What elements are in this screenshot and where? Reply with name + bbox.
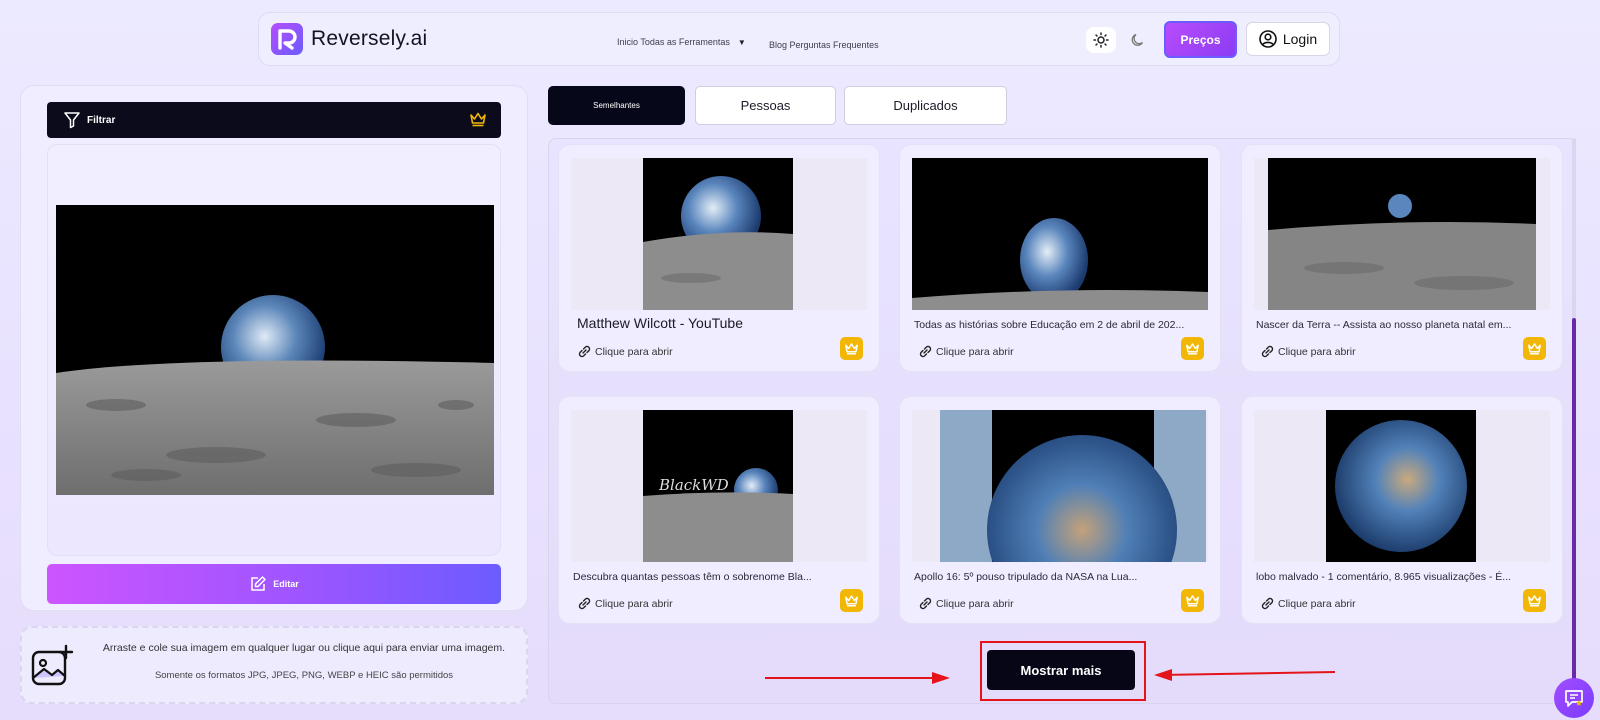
- open-link-label: Clique para abrir: [595, 345, 673, 358]
- upload-dropzone[interactable]: Arraste e cole sua imagem em qualquer lu…: [20, 626, 528, 704]
- show-more-button[interactable]: Mostrar mais: [987, 650, 1135, 690]
- open-link[interactable]: Clique para abrir: [577, 596, 673, 611]
- result-title[interactable]: Apollo 16: 5º pouso tripulado da NASA na…: [914, 571, 1198, 583]
- result-title[interactable]: Descubra quantas pessoas têm o sobrenome…: [573, 571, 857, 583]
- precos-button[interactable]: Preços: [1164, 21, 1237, 58]
- chat-support-button[interactable]: [1554, 678, 1594, 718]
- link-icon: [919, 345, 932, 358]
- allowed-formats: Somente os formatos JPG, JPEG, PNG, WEBP…: [154, 670, 454, 681]
- crown-icon: [1186, 343, 1199, 355]
- open-link-label: Clique para abrir: [1278, 345, 1356, 358]
- premium-badge: [1181, 337, 1204, 360]
- edit-button[interactable]: Editar: [47, 564, 501, 604]
- result-title[interactable]: lobo malvado - 1 comentário, 8.965 visua…: [1256, 571, 1540, 583]
- top-navbar: Reversely.ai Inicio Todas as Ferramentas…: [258, 12, 1340, 66]
- scrollbar-thumb[interactable]: [1572, 318, 1576, 702]
- link-icon: [919, 597, 932, 610]
- chat-icon: [1565, 690, 1583, 707]
- tab-pessoas[interactable]: Pessoas: [695, 86, 836, 125]
- open-link-label: Clique para abrir: [1278, 597, 1356, 610]
- login-button[interactable]: Login: [1246, 22, 1330, 56]
- search-panel: Filtrar Editar: [20, 85, 528, 611]
- sun-icon: [1093, 32, 1109, 48]
- link-icon: [578, 597, 591, 610]
- nav-blog-faq[interactable]: Blog Perguntas Frequentes: [769, 40, 879, 50]
- chevron-down-icon[interactable]: ▼: [738, 38, 746, 47]
- tab-semelhantes[interactable]: Semelhantes: [548, 86, 685, 125]
- login-label: Login: [1282, 31, 1318, 47]
- open-link-label: Clique para abrir: [936, 345, 1014, 358]
- filter-button[interactable]: Filtrar: [47, 102, 501, 138]
- premium-badge: [840, 589, 863, 612]
- add-image-icon: [31, 644, 74, 686]
- logo[interactable]: Reversely.ai: [271, 23, 427, 55]
- moon-icon: [1131, 33, 1144, 46]
- result-card[interactable]: Apollo 16: 5º pouso tripulado da NASA na…: [899, 396, 1221, 624]
- nav-inicio-tools[interactable]: Inicio Todas as Ferramentas: [617, 37, 730, 47]
- result-card[interactable]: lobo malvado - 1 comentário, 8.965 visua…: [1241, 396, 1563, 624]
- open-link[interactable]: Clique para abrir: [577, 344, 673, 359]
- result-thumbnail[interactable]: BlackWD: [571, 410, 867, 562]
- image-watermark: BlackWD: [658, 476, 729, 494]
- reversely-logo-icon: [271, 23, 303, 55]
- result-title[interactable]: Matthew Wilcott - YouTube: [577, 315, 861, 331]
- premium-badge: [1523, 337, 1546, 360]
- open-link[interactable]: Clique para abrir: [1260, 344, 1356, 359]
- filter-label: Filtrar: [87, 114, 116, 126]
- result-thumbnail[interactable]: [1254, 158, 1550, 310]
- crown-icon: [1528, 595, 1541, 607]
- open-link[interactable]: Clique para abrir: [1260, 596, 1356, 611]
- result-title[interactable]: Nascer da Terra -- Assista ao nosso plan…: [1256, 319, 1540, 331]
- open-link[interactable]: Clique para abrir: [918, 344, 1014, 359]
- light-theme-button[interactable]: [1086, 27, 1116, 53]
- earthrise-preview-image: [56, 205, 494, 495]
- result-thumbnail[interactable]: [912, 158, 1208, 310]
- logo-text: Reversely.ai: [311, 27, 428, 50]
- dark-theme-button[interactable]: [1125, 27, 1151, 53]
- uploaded-image-preview: [47, 144, 501, 556]
- result-thumbnail[interactable]: [571, 158, 867, 310]
- premium-badge: [1181, 589, 1204, 612]
- crown-icon: [1186, 595, 1199, 607]
- main-nav: Inicio Todas as Ferramentas ▼ Blog Pergu…: [617, 37, 879, 50]
- edit-icon: [251, 576, 266, 591]
- crown-icon: [470, 112, 486, 127]
- result-card[interactable]: Matthew Wilcott - YouTube Clique para ab…: [558, 144, 880, 372]
- upload-instruction: Arraste e cole sua imagem em qualquer lu…: [102, 642, 506, 654]
- result-card[interactable]: Nascer da Terra -- Assista ao nosso plan…: [1241, 144, 1563, 372]
- result-card[interactable]: BlackWD Descubra quantas pessoas têm o s…: [558, 396, 880, 624]
- crown-icon: [845, 595, 858, 607]
- edit-label: Editar: [273, 579, 299, 589]
- result-thumbnail[interactable]: [912, 410, 1208, 562]
- link-icon: [1261, 597, 1274, 610]
- result-thumbnail[interactable]: [1254, 410, 1550, 562]
- link-icon: [578, 345, 591, 358]
- premium-badge: [1523, 589, 1546, 612]
- user-circle-icon: [1259, 30, 1277, 48]
- open-link-label: Clique para abrir: [936, 597, 1014, 610]
- result-title[interactable]: Todas as histórias sobre Educação em 2 d…: [914, 319, 1198, 331]
- result-card[interactable]: Todas as histórias sobre Educação em 2 d…: [899, 144, 1221, 372]
- open-link[interactable]: Clique para abrir: [918, 596, 1014, 611]
- premium-badge: [840, 337, 863, 360]
- tab-duplicados[interactable]: Duplicados: [844, 86, 1007, 125]
- link-icon: [1261, 345, 1274, 358]
- filter-icon: [64, 112, 80, 129]
- open-link-label: Clique para abrir: [595, 597, 673, 610]
- crown-icon: [845, 343, 858, 355]
- crown-icon: [1528, 343, 1541, 355]
